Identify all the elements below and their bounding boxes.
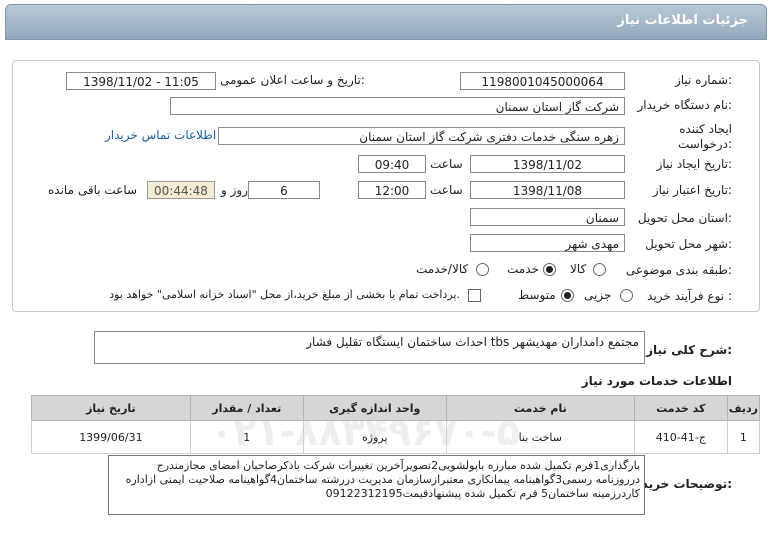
process-label: نوع فرآیند خرید : xyxy=(647,289,732,303)
page-title: جزئیات اطلاعات نیاز xyxy=(617,13,748,28)
col-date: تاریخ نیاز xyxy=(31,395,191,421)
announce-field: 1398/11/02 - 11:05 xyxy=(66,72,216,90)
col-name: نام خدمت xyxy=(445,395,635,421)
col-row: ردیف xyxy=(726,395,761,421)
services-table: ردیف کد خدمت نام خدمت واحد اندازه گیری ت… xyxy=(31,395,761,454)
col-unit: واحد اندازه گیری xyxy=(302,395,447,421)
valid-time-field: 12:00 xyxy=(358,181,426,199)
remaining-time-field: 00:44:48 xyxy=(147,181,215,199)
creator-label: ایجاد کننده درخواست: xyxy=(678,122,732,152)
category-option-goods: کالا xyxy=(570,262,587,276)
create-time-field: 09:40 xyxy=(358,155,426,173)
contact-buyer-link[interactable]: اطلاعات تماس خریدار xyxy=(105,128,216,142)
summary-label: شرح کلی نیاز: xyxy=(646,343,732,357)
cell-name: ساخت بنا xyxy=(445,420,635,454)
province-field: سمنان xyxy=(470,208,625,226)
remaining-label: ساعت باقی مانده xyxy=(48,183,138,197)
treasury-payment-note: پرداخت تمام یا بخشی از مبلغ خرید،از محل … xyxy=(109,288,460,301)
valid-date-label: تاریخ اعتبار نیاز: xyxy=(652,183,732,197)
create-time-label: ساعت xyxy=(430,157,463,171)
table-row: 1 ج-41-410 ساخت بنا پروژه 1 1399/06/31 xyxy=(31,420,761,454)
days-label: روز و xyxy=(221,183,248,197)
treasury-payment-checkbox[interactable] xyxy=(468,289,481,302)
city-label: شهر محل تحویل: xyxy=(645,237,732,251)
services-section-title: اطلاعات خدمات مورد نیاز xyxy=(581,374,732,388)
valid-date-field: 1398/11/08 xyxy=(470,181,625,199)
col-code: کد خدمت xyxy=(633,395,728,421)
creator-field: زهره سنگی خدمات دفتری شرکت گاز استان سمن… xyxy=(218,127,625,145)
col-qty: تعداد / مقدار xyxy=(189,395,304,421)
cell-code: ج-41-410 xyxy=(633,420,728,454)
category-radio-goods[interactable] xyxy=(593,263,606,276)
summary-text: احداث ساختمان ایستگاه تقلیل فشار tbs مجت… xyxy=(306,335,639,349)
process-option-medium: متوسط xyxy=(518,288,556,302)
category-option-service: خدمت xyxy=(507,262,539,276)
buyer-field: شرکت گاز استان سمنان xyxy=(170,97,625,115)
need-number-field: 1198001045000064 xyxy=(460,72,625,90)
category-label: طبقه بندی موضوعی: xyxy=(625,263,732,277)
create-date-field: 1398/11/02 xyxy=(470,155,625,173)
cell-row: 1 xyxy=(726,420,761,454)
process-radio-minor[interactable] xyxy=(620,289,633,302)
buyer-notes-label: توضیحات خریدار: xyxy=(630,477,732,491)
need-number-label: شماره نیاز: xyxy=(674,73,732,87)
process-option-minor: جزیی xyxy=(584,288,612,302)
create-date-label: تاریخ ایجاد نیاز: xyxy=(656,157,732,171)
creator-label-line1: ایجاد کننده xyxy=(679,122,732,136)
category-option-goods-service: کالا/خدمت xyxy=(416,262,469,276)
buyer-label: نام دستگاه خریدار: xyxy=(637,98,733,112)
city-field: مهدی شهر xyxy=(470,234,625,252)
creator-label-line2: درخواست: xyxy=(678,137,732,151)
buyer-notes-field: بارگذاری1فرم تکمیل شده مبارزه باپولشویی2… xyxy=(108,455,645,515)
announce-label: تاریخ و ساعت اعلان عمومی: xyxy=(220,73,365,87)
category-radio-goods-service[interactable] xyxy=(476,263,489,276)
page-header: جزئیات اطلاعات نیاز xyxy=(5,4,767,40)
province-label: استان محل تحویل: xyxy=(637,211,732,225)
cell-unit: پروژه xyxy=(302,420,447,454)
cell-date: 1399/06/31 xyxy=(31,420,191,454)
days-field: 6 xyxy=(248,181,320,199)
process-radio-medium[interactable] xyxy=(561,289,574,302)
valid-time-label: ساعت xyxy=(430,183,463,197)
summary-field: احداث ساختمان ایستگاه تقلیل فشار tbs مجت… xyxy=(94,331,645,364)
category-radio-service[interactable] xyxy=(543,263,556,276)
cell-qty: 1 xyxy=(189,420,304,454)
